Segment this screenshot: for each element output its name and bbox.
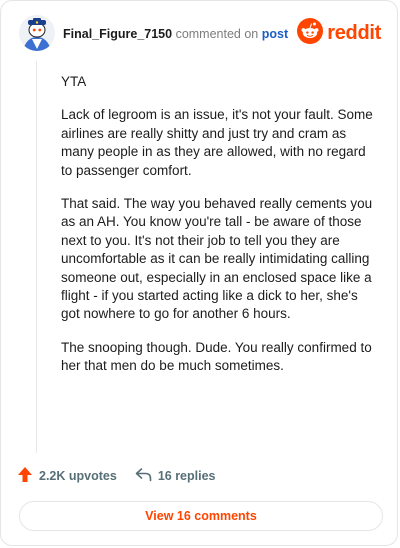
user-avatar-icon[interactable]: [19, 15, 55, 51]
comment-paragraph: Lack of legroom is an issue, it's not yo…: [61, 107, 373, 178]
comment-actions: 2.2K upvotes 16 replies: [17, 465, 216, 487]
comment-meta: Final_Figure_7150 commented on post: [63, 27, 288, 41]
view-comments-button[interactable]: View 16 comments: [19, 501, 383, 531]
upvote-count: 2.2K upvotes: [39, 469, 117, 483]
reply-arrow-icon: [135, 467, 158, 485]
thread-line: [36, 61, 37, 453]
reddit-wordmark: reddit: [327, 21, 381, 44]
comment-paragraph: YTA: [61, 74, 87, 89]
comment-paragraph: The snooping though. Dude. You really co…: [61, 339, 372, 374]
upvote-arrow-icon: [17, 466, 39, 486]
reddit-logo[interactable]: reddit: [297, 17, 381, 49]
reply-button[interactable]: 16 replies: [135, 467, 216, 485]
username-link[interactable]: Final_Figure_7150: [63, 27, 172, 41]
comment-paragraph: That said. The way you behaved really ce…: [61, 196, 373, 322]
comment-body: YTA Lack of legroom is an issue, it's no…: [61, 73, 379, 391]
reply-count: 16 replies: [157, 469, 216, 483]
comment-card: Final_Figure_7150 commented on post redd…: [0, 0, 398, 546]
commented-on-text: commented on: [175, 27, 259, 41]
upvote-button[interactable]: 2.2K upvotes: [17, 466, 117, 486]
reddit-logo-icon: [297, 17, 324, 49]
comment-header: Final_Figure_7150 commented on post redd…: [19, 15, 383, 55]
post-link[interactable]: post: [262, 27, 288, 41]
